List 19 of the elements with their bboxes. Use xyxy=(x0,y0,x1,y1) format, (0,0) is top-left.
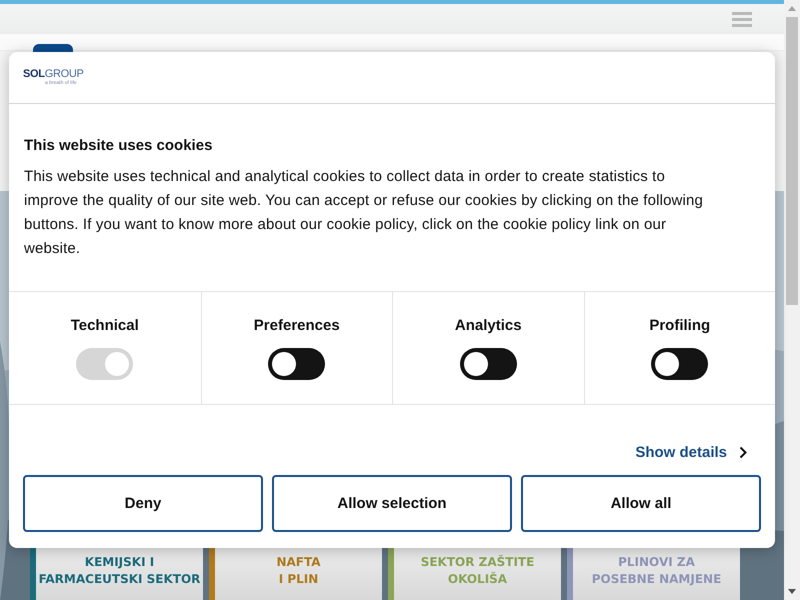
consent-button[interactable]: Allow selection xyxy=(272,475,512,532)
toggle-switch[interactable] xyxy=(268,348,326,380)
consent-button[interactable]: Deny xyxy=(23,475,263,532)
toggle-switch[interactable] xyxy=(460,348,517,380)
toggle-label: Analytics xyxy=(454,316,522,334)
toggle-switch[interactable] xyxy=(651,348,708,380)
toggle-label: Technical xyxy=(70,316,139,334)
show-details-link[interactable]: Show details xyxy=(635,444,727,460)
toggle-label: Preferences xyxy=(254,316,340,334)
sector-title: SEKTOR ZAŠTITE OKOLIŠA xyxy=(420,554,534,588)
dialog-text: This website uses technical and analytical cookies to collect data in order to create statistics to improve the quality of our site web. You can accept or refuse our cookies by clicking on the following buttons. If you want to know more about our cookie policy, click on the cookie policy link on our website. xyxy=(24,167,704,259)
chevron-right-icon xyxy=(739,446,747,458)
sector-title: PLINOVI ZA POSEBNE NAMJENE xyxy=(592,554,722,588)
logo-wordmark: SOLGROUP xyxy=(23,69,85,80)
sector-title: KEMIJSKI I FARMACEUTSKI SEKTOR xyxy=(38,554,200,588)
dialog-title: This website uses cookies xyxy=(24,137,214,154)
toggle-label: Profiling xyxy=(649,316,710,334)
consent-button[interactable]: Allow all xyxy=(521,475,761,532)
sector-title: NAFTA I PLIN xyxy=(276,554,321,588)
